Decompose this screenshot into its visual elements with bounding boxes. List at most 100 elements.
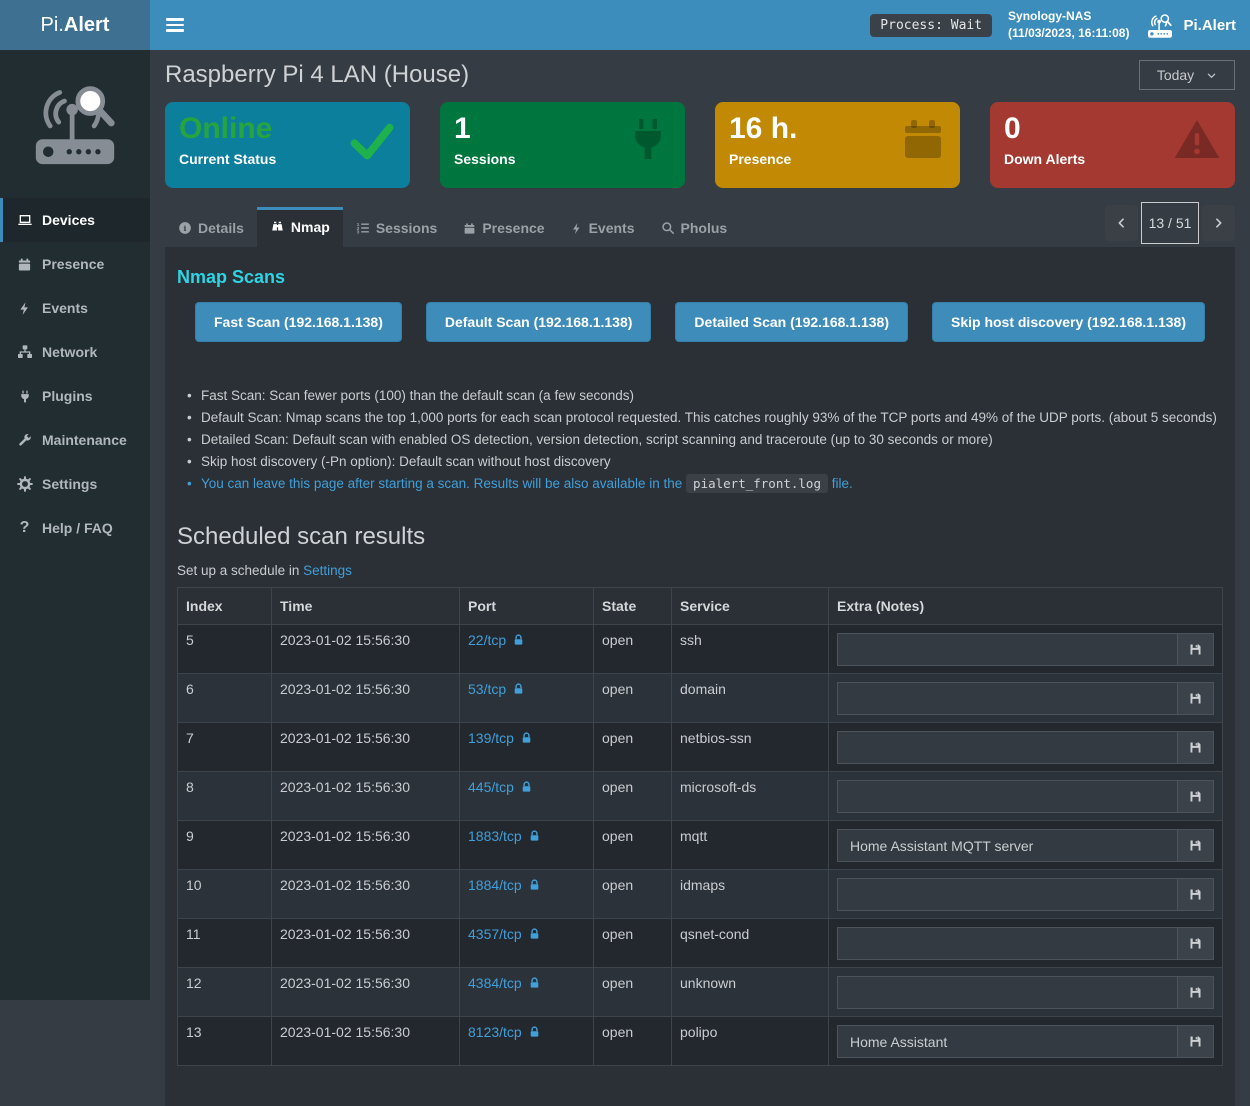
cell-note bbox=[829, 625, 1223, 674]
port-link[interactable]: 22/tcp bbox=[468, 632, 506, 648]
cell-state: open bbox=[594, 870, 672, 919]
tab-label: Pholus bbox=[681, 220, 728, 236]
note-input[interactable] bbox=[838, 977, 1177, 1008]
port-link[interactable]: 1883/tcp bbox=[468, 828, 522, 844]
cell-service: polipo bbox=[672, 1017, 829, 1066]
schedule-subtitle-text: Set up a schedule in bbox=[177, 563, 303, 578]
note-input[interactable] bbox=[838, 683, 1177, 714]
wrench-icon bbox=[16, 433, 33, 448]
status-card-presence: 16 h. Presence bbox=[715, 102, 960, 188]
save-button[interactable] bbox=[1177, 977, 1213, 1008]
question-icon: ? bbox=[16, 519, 33, 537]
table-row: 6 2023-01-02 15:56:30 53/tcp open domain bbox=[178, 674, 1223, 723]
status-card-down-alerts: 0 Down Alerts bbox=[990, 102, 1235, 188]
cell-port: 1884/tcp bbox=[460, 870, 594, 919]
default-scan-button[interactable]: Default Scan (192.168.1.138) bbox=[426, 302, 652, 342]
tab-sessions[interactable]: 123 Sessions bbox=[343, 207, 450, 247]
prev-device-button[interactable] bbox=[1105, 205, 1138, 241]
svg-text:3: 3 bbox=[356, 230, 359, 235]
cell-note bbox=[829, 674, 1223, 723]
port-link[interactable]: 53/tcp bbox=[468, 681, 506, 697]
sidebar-item-devices[interactable]: Devices bbox=[0, 198, 150, 242]
port-link[interactable]: 4357/tcp bbox=[468, 926, 522, 942]
device-position-indicator: 13 / 51 bbox=[1141, 202, 1199, 244]
lock-icon bbox=[528, 1025, 541, 1039]
cell-state: open bbox=[594, 772, 672, 821]
cell-index: 10 bbox=[178, 870, 272, 919]
nmap-scans-heading: Nmap Scans bbox=[177, 267, 1223, 288]
log-hint-suffix: file. bbox=[828, 476, 853, 491]
sidebar-item-plugins[interactable]: Plugins bbox=[0, 374, 150, 418]
floppy-save-icon bbox=[1188, 985, 1203, 1000]
save-button[interactable] bbox=[1177, 830, 1213, 861]
cell-time: 2023-01-02 15:56:30 bbox=[272, 674, 460, 723]
note-input[interactable] bbox=[838, 879, 1177, 910]
save-button[interactable] bbox=[1177, 928, 1213, 959]
lock-icon bbox=[528, 829, 541, 843]
main-content: Raspberry Pi 4 LAN (House) Today Online … bbox=[150, 50, 1250, 1000]
note-input[interactable] bbox=[838, 634, 1177, 665]
status-card-current-status: Online Current Status bbox=[165, 102, 410, 188]
nmap-tab-panel: Nmap Scans Fast Scan (192.168.1.138) Def… bbox=[165, 247, 1235, 1106]
port-link[interactable]: 4384/tcp bbox=[468, 975, 522, 991]
period-select[interactable]: Today bbox=[1139, 60, 1235, 90]
lock-icon bbox=[528, 927, 541, 941]
period-select-value: Today bbox=[1157, 67, 1194, 83]
save-button[interactable] bbox=[1177, 879, 1213, 910]
device-pager: 13 / 51 bbox=[1105, 202, 1235, 244]
skip-host-discovery-button[interactable]: Skip host discovery (192.168.1.138) bbox=[932, 302, 1205, 342]
laptop-icon bbox=[16, 212, 33, 228]
floppy-save-icon bbox=[1188, 1034, 1203, 1049]
tab-label: Events bbox=[589, 220, 635, 236]
page-title: Raspberry Pi 4 LAN (House) bbox=[165, 61, 469, 89]
floppy-save-icon bbox=[1188, 887, 1203, 902]
tab-pholus[interactable]: Pholus bbox=[648, 207, 741, 247]
save-button[interactable] bbox=[1177, 732, 1213, 763]
binoculars-icon bbox=[270, 220, 285, 234]
sidebar-item-help[interactable]: ? Help / FAQ bbox=[0, 506, 150, 550]
tab-details[interactable]: i Details bbox=[165, 207, 257, 247]
note-input[interactable] bbox=[838, 781, 1177, 812]
header-app-name: Pi.Alert bbox=[1183, 17, 1236, 34]
note-input[interactable] bbox=[838, 928, 1177, 959]
port-link[interactable]: 8123/tcp bbox=[468, 1024, 522, 1040]
cell-index: 7 bbox=[178, 723, 272, 772]
tab-events[interactable]: Events bbox=[558, 207, 648, 247]
tab-presence[interactable]: Presence bbox=[450, 207, 557, 247]
chevron-down-icon bbox=[1206, 70, 1217, 81]
scan-results-table: Index Time Port State Service Extra (Not… bbox=[177, 587, 1223, 1066]
floppy-save-icon bbox=[1188, 936, 1203, 951]
save-button[interactable] bbox=[1177, 1026, 1213, 1057]
hamburger-menu-icon[interactable] bbox=[166, 18, 184, 32]
cell-time: 2023-01-02 15:56:30 bbox=[272, 772, 460, 821]
cell-time: 2023-01-02 15:56:30 bbox=[272, 821, 460, 870]
sidebar-item-label: Presence bbox=[42, 256, 104, 272]
sidebar-item-settings[interactable]: Settings bbox=[0, 462, 150, 506]
note-input[interactable] bbox=[838, 830, 1177, 861]
lock-icon bbox=[520, 731, 533, 745]
detailed-scan-button[interactable]: Detailed Scan (192.168.1.138) bbox=[675, 302, 908, 342]
tab-label: Nmap bbox=[291, 219, 330, 235]
scheduled-results-heading: Scheduled scan results bbox=[177, 523, 1223, 551]
scan-results-body: 5 2023-01-02 15:56:30 22/tcp open ssh 6 … bbox=[178, 625, 1223, 1066]
save-button[interactable] bbox=[1177, 781, 1213, 812]
sidebar-item-presence[interactable]: Presence bbox=[0, 242, 150, 286]
sidebar-item-events[interactable]: Events bbox=[0, 286, 150, 330]
brand-logo[interactable]: Pi.Alert bbox=[0, 0, 150, 50]
note-input[interactable] bbox=[838, 1026, 1177, 1057]
save-button[interactable] bbox=[1177, 634, 1213, 665]
next-device-button[interactable] bbox=[1202, 205, 1235, 241]
sidebar-item-maintenance[interactable]: Maintenance bbox=[0, 418, 150, 462]
save-button[interactable] bbox=[1177, 683, 1213, 714]
brand-prefix: Pi. bbox=[41, 14, 64, 37]
port-link[interactable]: 1884/tcp bbox=[468, 877, 522, 893]
column-header-service: Service bbox=[672, 588, 829, 625]
port-link[interactable]: 139/tcp bbox=[468, 730, 514, 746]
settings-link[interactable]: Settings bbox=[303, 563, 352, 578]
tab-nmap[interactable]: Nmap bbox=[257, 207, 343, 247]
note-input[interactable] bbox=[838, 732, 1177, 763]
table-row: 11 2023-01-02 15:56:30 4357/tcp open qsn… bbox=[178, 919, 1223, 968]
port-link[interactable]: 445/tcp bbox=[468, 779, 514, 795]
fast-scan-button[interactable]: Fast Scan (192.168.1.138) bbox=[195, 302, 402, 342]
sidebar-item-network[interactable]: Network bbox=[0, 330, 150, 374]
